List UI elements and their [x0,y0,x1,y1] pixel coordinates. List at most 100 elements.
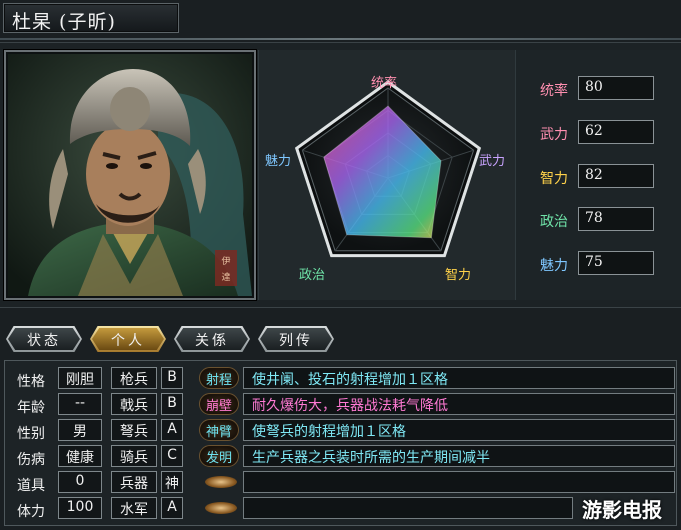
aptitude-label: 弩兵 [120,424,148,440]
aptitude-label: 兵器 [120,476,148,492]
aptitude-grade: B [167,395,177,411]
tab-label: 状态 [27,333,61,349]
attr-label-age: 年龄 [17,400,45,416]
attr-value-cell: 男 [58,419,102,441]
stat-value-box: 62 [578,120,654,144]
stat-label: 统率 [540,83,568,99]
aptitude-label-cell: 弩兵 [111,419,157,441]
tab-status[interactable]: 状态 [6,326,82,352]
aptitude-label-cell: 水军 [111,497,157,519]
personal-info-panel: 性格 刚胆 年龄 -- 性别 男 伤病 健康 道具 0 体力 100 枪兵 B … [4,360,677,526]
stat-row-zhili: 智力 82 [516,164,681,192]
skill-description-bar: 使井阑、投石的射程增加１区格 [243,367,675,389]
tab-label: 个人 [111,333,145,349]
skill-description: 耐久爆伤大，兵器战法耗气降低 [252,398,448,414]
skill-name: 神臂 [205,425,232,440]
stat-row-zhengzhi: 政治 78 [516,207,681,235]
stat-value-box: 82 [578,164,654,188]
stat-row-tongshuai: 统率 80 [516,76,681,104]
aptitude-label: 枪兵 [120,372,148,388]
empty-skill-bar [243,471,675,493]
aptitude-grade-cell: B [161,367,183,389]
tab-label: 关係 [195,333,229,349]
aptitude-grade: C [167,447,177,463]
tab-biography[interactable]: 列传 [258,326,334,352]
skill-description: 生产兵器之兵装时所需的生产期间减半 [252,450,490,466]
skill-description-bar: 使弩兵的射程增加１区格 [243,419,675,441]
attr-label-items: 道具 [17,478,45,494]
skill-badge[interactable]: 神臂 [199,419,239,441]
attr-value-cell: 0 [58,471,102,493]
aptitude-grade-cell: B [161,393,183,415]
skill-description: 使弩兵的射程增加１区格 [252,424,406,440]
radar-label-zhengzhi: 政治 [299,268,326,283]
aptitude-label: 戟兵 [120,398,148,414]
radar-panel: 统率 武力 智力 政治 魅力 [258,50,516,300]
stat-value-box: 75 [578,251,654,275]
radar-label-wuli: 武力 [479,154,506,169]
watermark: 游影电报 [582,498,662,522]
attr-value: -- [74,395,86,411]
aptitude-label: 水军 [120,502,148,518]
aptitude-label-cell: 枪兵 [111,367,157,389]
aptitude-grade-cell: A [161,419,183,441]
attr-value-cell: -- [58,393,102,415]
seal-text-1: 伊 [221,255,230,267]
aptitude-grade: B [167,369,177,385]
stat-value: 75 [585,254,603,270]
attr-label-gender: 性别 [17,426,45,442]
aptitude-grade-cell: C [161,445,183,467]
seal-text-2: 達 [221,271,230,283]
stat-value: 82 [585,167,603,183]
empty-skill-bar [243,497,573,519]
skill-name: 崩壁 [205,399,232,414]
skill-name: 射程 [205,373,232,388]
stat-value: 62 [585,123,603,139]
skill-badge[interactable]: 崩壁 [199,393,239,415]
aptitude-label-cell: 戟兵 [111,393,157,415]
aptitude-grade: A [167,499,177,515]
attr-value: 健康 [66,450,94,466]
aptitude-grade: A [167,421,177,437]
stat-value: 80 [585,79,603,95]
stat-value-box: 80 [578,76,654,100]
skill-description: 使井阑、投石的射程增加１区格 [252,372,448,388]
skill-description-bar: 耐久爆伤大，兵器战法耗气降低 [243,393,675,415]
tab-relations[interactable]: 关係 [174,326,250,352]
attr-label-personality: 性格 [17,374,45,390]
stats-panel: 统率 80 武力 62 智力 82 政治 78 魅力 75 [516,50,681,300]
aptitude-grade-cell: A [161,497,183,519]
stat-label: 政治 [540,214,568,230]
attr-value: 0 [75,473,85,489]
attr-label-injury: 伤病 [17,452,45,468]
portrait-frame: 伊 達 [4,50,256,300]
stat-label: 武力 [540,127,568,143]
aptitude-label-cell: 骑兵 [111,445,157,467]
attr-value-cell: 刚胆 [58,367,102,389]
radar-label-tongshuai: 统率 [371,76,398,91]
attr-value: 男 [73,424,87,440]
stat-row-wuli: 武力 62 [516,120,681,148]
officer-name: 杜杲 (子昕) [12,11,116,33]
aptitude-grade: 神 [165,476,179,492]
stat-value: 78 [585,210,603,226]
stat-label: 智力 [540,171,568,187]
officer-portrait: 伊 達 [8,54,252,296]
skill-badge[interactable]: 射程 [199,367,239,389]
attr-value-cell: 100 [58,497,102,519]
title-divider [0,38,681,40]
attr-label-stamina: 体力 [17,504,45,520]
skill-badge[interactable]: 发明 [199,445,239,467]
aptitude-label: 骑兵 [120,450,148,466]
aptitude-grade-cell: 神 [161,471,183,493]
attr-value-cell: 健康 [58,445,102,467]
tab-label: 列传 [279,333,313,349]
tab-personal[interactable]: 个人 [90,326,166,352]
radar-label-meili: 魅力 [265,154,292,169]
empty-skill-slot-icon [205,476,237,488]
attr-value: 刚胆 [66,372,94,388]
title-box: 杜杲 (子昕) [3,3,179,33]
tab-bar: 状态 个人 关係 列传 [0,320,681,358]
radar-label-zhili: 智力 [445,268,472,283]
stat-value-box: 78 [578,207,654,231]
